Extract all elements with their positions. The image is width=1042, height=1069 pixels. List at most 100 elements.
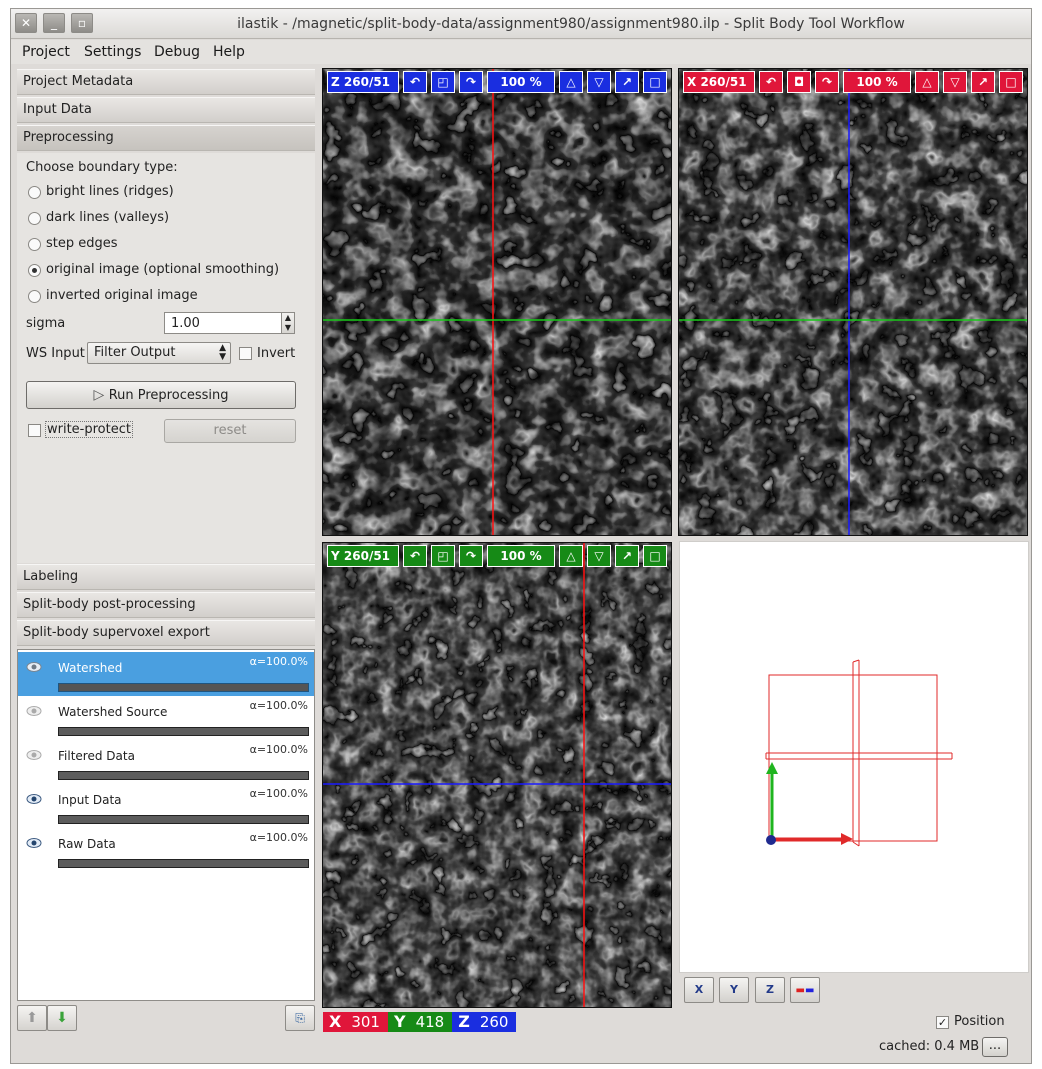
layer-opacity-slider[interactable]	[58, 815, 309, 824]
radio-original-image-label[interactable]: original image (optional smoothing)	[46, 262, 279, 277]
sigma-input[interactable]: 1.00	[164, 312, 282, 334]
slice-down-icon[interactable]: ▽	[587, 71, 611, 93]
eye-icon[interactable]	[26, 661, 42, 673]
slice-up-icon[interactable]: △	[559, 545, 583, 567]
radio-step-edges[interactable]	[28, 238, 41, 251]
eye-closed-icon[interactable]	[26, 705, 42, 717]
viewer-z-slice-spinbox[interactable]: Z 260/51	[327, 71, 399, 93]
radio-dark-lines-label[interactable]: dark lines (valleys)	[46, 210, 169, 225]
slice-down-icon[interactable]: ▽	[943, 71, 967, 93]
layer-opacity-slider[interactable]	[58, 727, 309, 736]
viewer-y-zoom[interactable]: 100 %	[487, 545, 555, 567]
invert-checkbox[interactable]	[239, 347, 252, 360]
maximize-window-button[interactable]: ▫	[71, 13, 93, 33]
layer-opacity-slider[interactable]	[58, 771, 309, 780]
menu-help[interactable]: Help	[213, 44, 245, 60]
write-protect-label[interactable]: write-protect	[45, 421, 133, 438]
maximize-view-icon[interactable]: ↗	[615, 545, 639, 567]
fit-view-icon[interactable]: □	[999, 71, 1023, 93]
menu-project[interactable]: Project	[22, 44, 70, 60]
position-x-label: X	[329, 1012, 342, 1031]
position-x-value: 301	[351, 1013, 380, 1031]
viewer-3d[interactable]	[679, 541, 1029, 973]
radio-bright-lines[interactable]	[28, 186, 41, 199]
view-3d-x-button[interactable]: X	[684, 977, 714, 1003]
boundary-type-label: Choose boundary type:	[26, 160, 178, 175]
applet-labeling[interactable]: Labeling	[17, 564, 315, 590]
rotate-right-icon[interactable]: ↷	[459, 545, 483, 567]
close-window-button[interactable]: ✕	[15, 13, 37, 33]
viewer-x-slice-spinbox[interactable]: X 260/51	[683, 71, 755, 93]
slice-up-icon[interactable]: △	[915, 71, 939, 93]
minimize-window-button[interactable]: _	[43, 13, 65, 33]
viewer-y[interactable]: Y 260/51 ↶ ◰ ↷ 100 % △ ▽ ↗ □	[322, 542, 672, 1008]
radio-dark-lines[interactable]	[28, 212, 41, 225]
layer-item-filtered-data[interactable]: Filtered Data α=100.0%	[18, 740, 314, 784]
reset-button[interactable]: reset	[164, 419, 296, 443]
rotate-left-icon[interactable]: ↶	[759, 71, 783, 93]
applet-preprocessing[interactable]: Preprocessing	[17, 125, 315, 151]
layer-options-button[interactable]: ⎘	[285, 1005, 315, 1031]
main-window: ✕ _ ▫ ilastik - /magnetic/split-body-dat…	[10, 8, 1032, 1064]
rotate-right-icon[interactable]: ↷	[459, 71, 483, 93]
applet-input-data[interactable]: Input Data	[17, 97, 315, 123]
move-layer-up-button[interactable]: ⬆	[17, 1005, 47, 1031]
radio-inverted-image[interactable]	[28, 290, 41, 303]
layer-list: Watershed α=100.0% Watershed Source α=10…	[17, 649, 315, 1001]
layer-item-input-data[interactable]: Input Data α=100.0%	[18, 784, 314, 828]
swap-axes-icon[interactable]: ◰	[431, 71, 455, 93]
eye-icon[interactable]	[26, 793, 42, 805]
em-image-y	[323, 543, 671, 1007]
radio-original-image[interactable]	[28, 264, 41, 277]
layer-opacity-slider[interactable]	[58, 859, 309, 868]
rotate-right-icon[interactable]: ↷	[815, 71, 839, 93]
viewer-y-slice-spinbox[interactable]: Y 260/51	[327, 545, 399, 567]
viewer-z-zoom[interactable]: 100 %	[487, 71, 555, 93]
radio-bright-lines-label[interactable]: bright lines (ridges)	[46, 184, 174, 199]
move-layer-down-button[interactable]: ⬇	[47, 1005, 77, 1031]
layer-item-raw-data[interactable]: Raw Data α=100.0%	[18, 828, 314, 872]
fit-view-icon[interactable]: □	[643, 71, 667, 93]
layer-name: Watershed Source	[58, 705, 168, 719]
layer-item-watershed-source[interactable]: Watershed Source α=100.0%	[18, 696, 314, 740]
ws-input-select[interactable]: Filter Output ▲ ▼	[87, 342, 231, 364]
axis-label-z: Z	[331, 75, 340, 89]
eye-closed-icon[interactable]	[26, 749, 42, 761]
title-bar: ✕ _ ▫ ilastik - /magnetic/split-body-dat…	[11, 9, 1031, 39]
layer-opacity-slider[interactable]	[58, 683, 309, 692]
fit-view-icon[interactable]: □	[643, 545, 667, 567]
swap-axes-icon[interactable]: ◘	[787, 71, 811, 93]
layer-item-watershed[interactable]: Watershed α=100.0%	[18, 652, 314, 696]
view-3d-y-button[interactable]: Y	[719, 977, 749, 1003]
sigma-spinner[interactable]: ▲ ▼	[281, 312, 295, 334]
applet-split-body-supervoxel-export[interactable]: Split-body supervoxel export	[17, 620, 315, 646]
slice-down-icon[interactable]: ▽	[587, 545, 611, 567]
radio-step-edges-label[interactable]: step edges	[46, 236, 118, 251]
position-label[interactable]: Position	[954, 1014, 1005, 1029]
write-protect-checkbox[interactable]	[28, 424, 41, 437]
view-3d-z-button[interactable]: Z	[755, 977, 785, 1003]
layer-opacity: α=100.0%	[249, 655, 308, 668]
viewer-x[interactable]: X 260/51 ↶ ◘ ↷ 100 % △ ▽ ↗ □	[678, 68, 1028, 536]
maximize-view-icon[interactable]: ↗	[615, 71, 639, 93]
swap-axes-icon[interactable]: ◰	[431, 545, 455, 567]
anaglyph-glasses-button[interactable]: ▬▬	[790, 977, 820, 1003]
viewer-z[interactable]: Z 260/51 ↶ ◰ ↷ 100 % △ ▽ ↗ □	[322, 68, 672, 536]
applet-project-metadata[interactable]: Project Metadata	[17, 69, 315, 95]
radio-inverted-image-label[interactable]: inverted original image	[46, 288, 198, 303]
layer-opacity: α=100.0%	[249, 699, 308, 712]
run-preprocessing-button[interactable]: ▷ Run Preprocessing	[26, 381, 296, 409]
applet-split-body-post-processing[interactable]: Split-body post-processing	[17, 592, 315, 618]
maximize-view-icon[interactable]: ↗	[971, 71, 995, 93]
slice-up-icon[interactable]: △	[559, 71, 583, 93]
viewer-x-zoom[interactable]: 100 %	[843, 71, 911, 93]
menu-debug[interactable]: Debug	[154, 44, 200, 60]
position-checkbox[interactable]: ✓	[936, 1016, 949, 1029]
cache-details-button[interactable]: ...	[982, 1037, 1008, 1057]
rotate-left-icon[interactable]: ↶	[403, 71, 427, 93]
volume-box-3d	[765, 659, 953, 847]
rotate-left-icon[interactable]: ↶	[403, 545, 427, 567]
menu-settings[interactable]: Settings	[84, 44, 141, 60]
eye-icon[interactable]	[26, 837, 42, 849]
invert-label[interactable]: Invert	[257, 346, 295, 361]
